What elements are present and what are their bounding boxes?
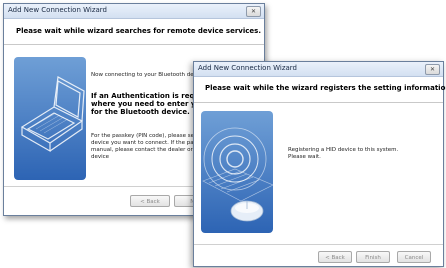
title-bar[interactable]: Add New Connection Wizard ✕ xyxy=(4,4,264,19)
finish-button[interactable]: Finish xyxy=(356,251,390,263)
passkey-line-1: For the passkey (PIN code), please see xyxy=(91,133,198,139)
mouse-signal-art xyxy=(201,111,273,233)
auth-line-3: for the Bluetooth device. xyxy=(91,108,190,116)
window-title: Add New Connection Wizard xyxy=(8,6,107,14)
laptop-bluetooth-art xyxy=(14,57,86,180)
title-bar[interactable]: Add New Connection Wizard ✕ xyxy=(194,62,443,77)
cancel-button[interactable]: Cancel xyxy=(397,251,431,263)
back-button[interactable]: < Back xyxy=(130,195,170,207)
please-wait-text: Please wait. xyxy=(288,154,321,160)
header-text: Please wait while wizard searches for re… xyxy=(16,27,261,35)
close-icon[interactable]: ✕ xyxy=(246,6,261,17)
wizard-window-front: Add New Connection Wizard ✕ Please wait … xyxy=(193,61,446,267)
wizard-header: Please wait while wizard searches for re… xyxy=(4,19,264,45)
passkey-line-2: device you want to connect. If the pass xyxy=(91,140,200,146)
passkey-line-3: manual, please contact the dealer or the xyxy=(91,147,204,153)
back-button[interactable]: < Back xyxy=(318,251,352,263)
header-text: Please wait while the wizard registers t… xyxy=(205,84,446,92)
window-title: Add New Connection Wizard xyxy=(198,64,297,72)
wizard-header: Please wait while the wizard registers t… xyxy=(194,77,446,103)
close-icon[interactable]: ✕ xyxy=(425,64,440,75)
connecting-status: Now connecting to your Bluetooth device xyxy=(91,72,205,78)
registering-status: Registering a HID device to this system. xyxy=(288,147,399,153)
passkey-line-4: device xyxy=(91,154,110,160)
footer-divider xyxy=(194,244,443,245)
